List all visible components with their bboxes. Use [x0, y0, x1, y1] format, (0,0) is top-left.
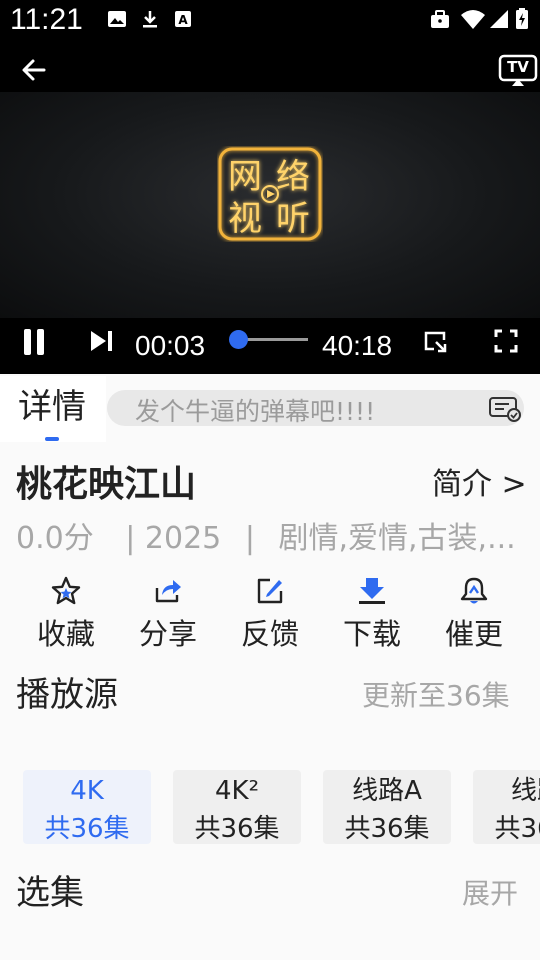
- expand-button[interactable]: 展开: [462, 874, 518, 914]
- pause-button[interactable]: [22, 328, 48, 356]
- fullscreen-icon[interactable]: [494, 329, 518, 353]
- svg-text:听: 听: [276, 199, 310, 239]
- danmaku-placeholder: 发个牛逼的弹幕吧!!!!: [135, 397, 376, 426]
- star-icon: [51, 576, 81, 605]
- share-icon: [155, 580, 181, 603]
- status-clock: 11:21: [10, 3, 83, 36]
- danmaku-settings-icon[interactable]: [488, 396, 522, 422]
- share-button[interactable]: 分享: [118, 574, 218, 654]
- player-controls: 00:03 40:18: [0, 318, 540, 374]
- picture-in-picture-icon[interactable]: [422, 328, 448, 354]
- genres: 剧情,爱情,古装,...: [278, 521, 516, 556]
- source-name: 4K: [70, 776, 104, 806]
- source-name: 4K²: [214, 776, 259, 806]
- source-line-a[interactable]: 线路A 共36集: [323, 770, 451, 844]
- briefcase-icon: [431, 10, 449, 28]
- source-line-partial[interactable]: 线路 共36集: [473, 770, 540, 844]
- source-count: 共36集: [44, 814, 130, 844]
- meta-separator: |: [244, 521, 255, 556]
- seek-bar[interactable]: [238, 338, 308, 341]
- show-title: 桃花映江山: [16, 464, 197, 505]
- update-status: 更新至36集: [362, 679, 510, 712]
- edit-icon: [257, 578, 283, 604]
- seek-thumb[interactable]: [229, 330, 248, 349]
- download-icon: [359, 578, 385, 604]
- intro-link[interactable]: 简介 >: [432, 464, 527, 506]
- play-source-title: 播放源: [16, 675, 118, 715]
- episodes-title: 选集: [16, 873, 84, 913]
- battery-charging-icon: [516, 8, 528, 29]
- source-name: 线路: [510, 776, 540, 806]
- current-time: 00:03: [135, 330, 206, 361]
- svg-text:A: A: [178, 13, 188, 27]
- urge-update-button[interactable]: 催更: [424, 574, 524, 654]
- show-meta: 0.0分 | 2025 | 剧情,爱情,古装,...: [16, 518, 516, 560]
- tv-label: TV: [507, 58, 529, 76]
- download-icon: [143, 11, 157, 28]
- wifi-icon: [461, 10, 485, 29]
- tv-cast-button[interactable]: TV: [498, 54, 538, 88]
- tab-details-label: 详情: [18, 387, 86, 427]
- year: | 2025: [125, 521, 222, 556]
- signal-icon: [490, 10, 508, 28]
- score: 0.0分: [16, 521, 94, 556]
- font-icon: A: [175, 11, 191, 27]
- duration: 40:18: [322, 330, 393, 361]
- next-episode-button[interactable]: [89, 329, 115, 353]
- svg-text:网: 网: [228, 157, 262, 197]
- svg-text:络: 络: [276, 157, 310, 197]
- source-count: 共36集: [344, 814, 430, 844]
- back-arrow-icon[interactable]: [20, 56, 48, 84]
- favorite-button[interactable]: 收藏: [16, 574, 116, 654]
- bell-icon: [460, 577, 488, 604]
- source-count: 共36集: [494, 814, 540, 844]
- source-name: 线路A: [352, 776, 422, 806]
- tab-indicator: [45, 437, 59, 441]
- urge-update-label: 催更: [444, 617, 503, 651]
- feedback-label: 反馈: [240, 617, 299, 651]
- source-4k[interactable]: 4K 共36集: [23, 770, 151, 844]
- source-4k2[interactable]: 4K² 共36集: [173, 770, 301, 844]
- feedback-button[interactable]: 反馈: [220, 574, 320, 654]
- svg-text:视: 视: [228, 199, 262, 239]
- image-icon: [108, 11, 126, 27]
- download-button[interactable]: 下载: [322, 574, 422, 654]
- source-count: 共36集: [194, 814, 280, 844]
- status-bar: 11:21 A: [0, 0, 540, 40]
- video-logo-seal: 网 络 视 听: [218, 147, 322, 241]
- download-label: 下载: [342, 617, 401, 651]
- player-top-bar: TV: [0, 40, 540, 92]
- favorite-label: 收藏: [36, 617, 95, 651]
- share-label: 分享: [138, 617, 197, 651]
